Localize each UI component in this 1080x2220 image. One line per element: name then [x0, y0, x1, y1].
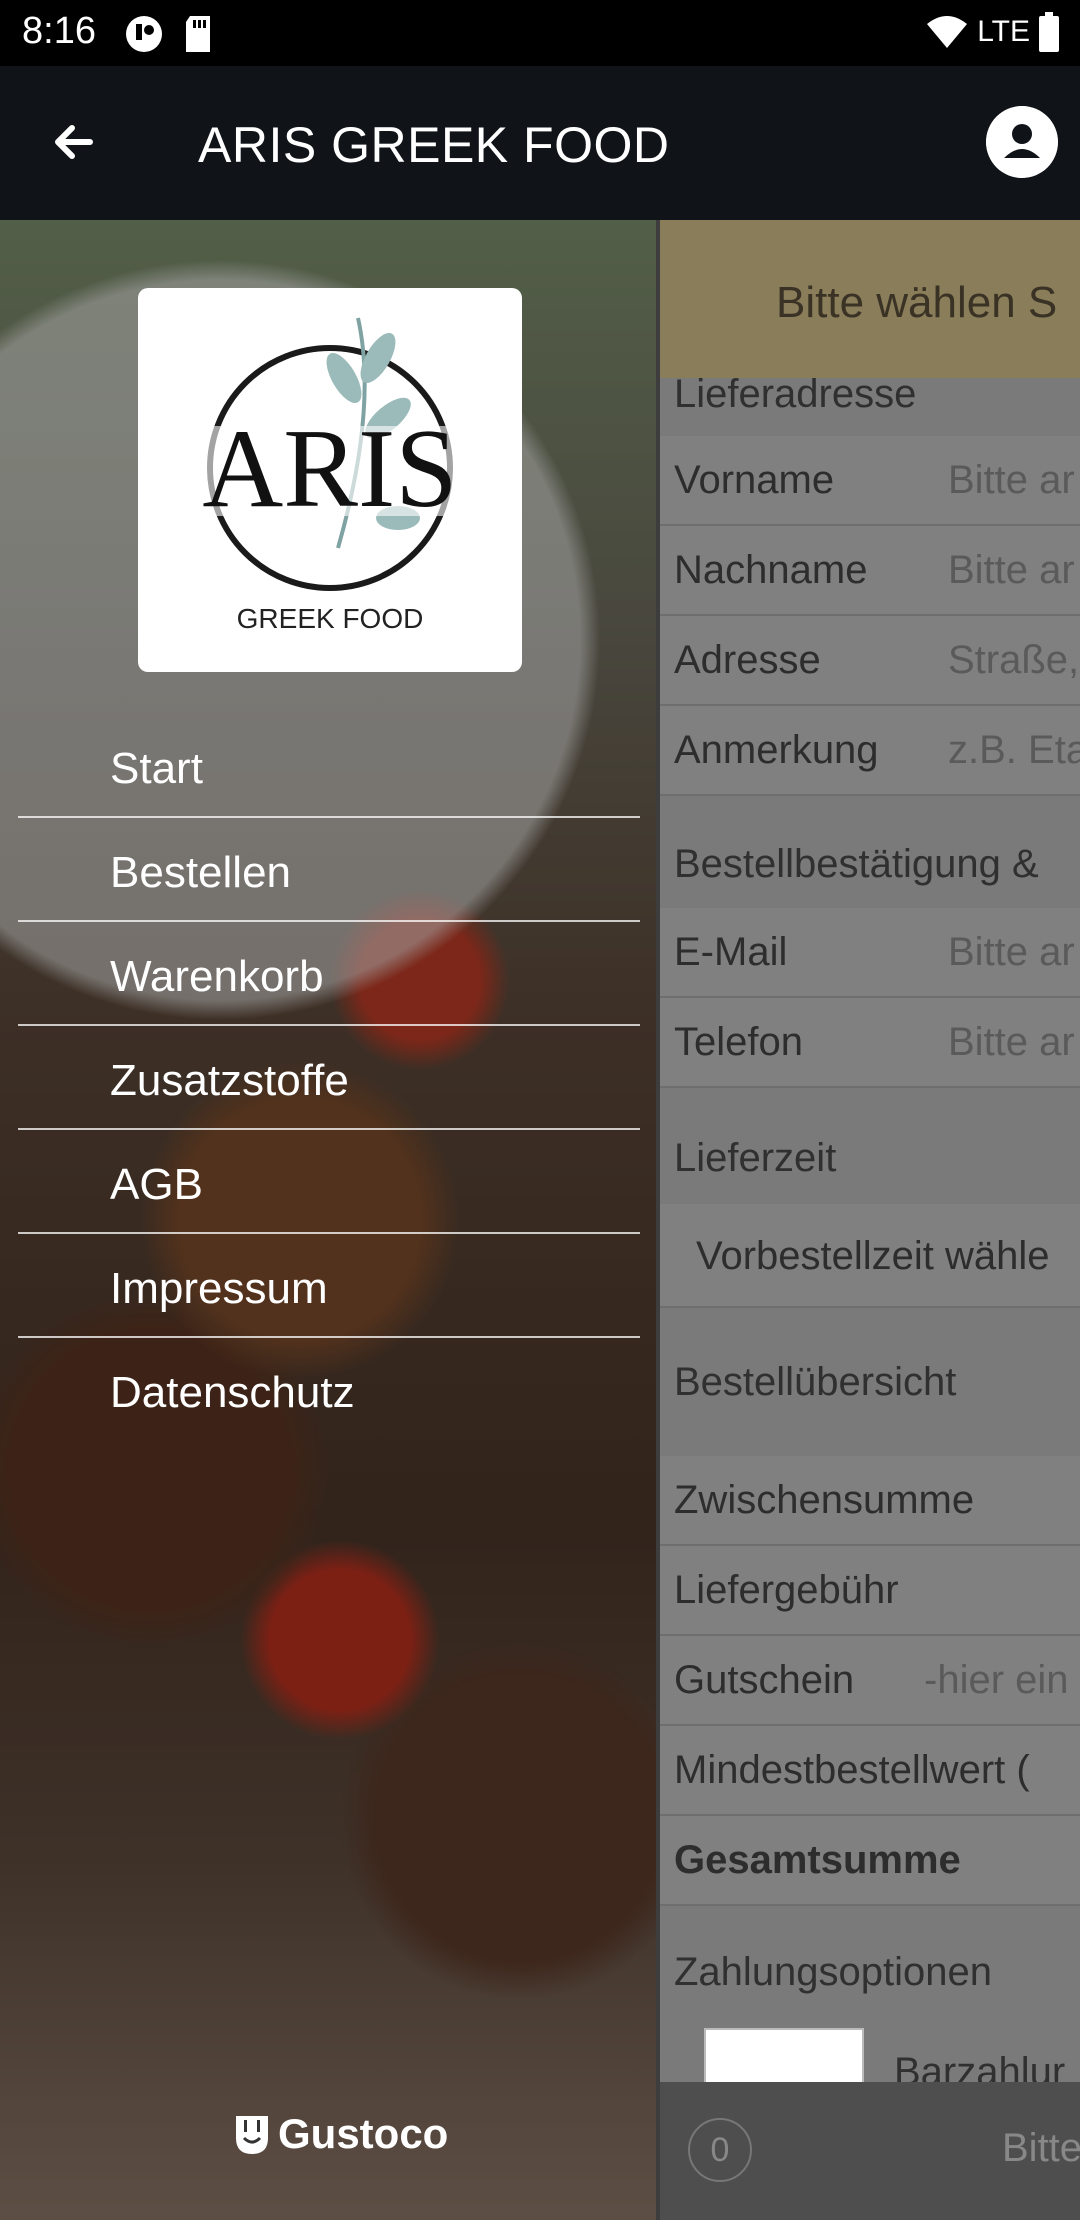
field-placeholder: Bitte ar	[948, 548, 1075, 592]
menu-item-impressum[interactable]: Impressum	[18, 1234, 640, 1338]
navigation-drawer: ARIS GREEK FOOD Start Bestellen Warenkor…	[0, 220, 658, 2220]
logo-subtext: GREEK FOOD	[237, 603, 424, 634]
field-label: Anmerkung	[674, 728, 879, 772]
menu-item-agb[interactable]: AGB	[18, 1130, 640, 1234]
summary-row-gesamtsumme: Gesamtsumme	[658, 1816, 1080, 1906]
menu-item-label: Warenkorb	[110, 952, 324, 1001]
summary-row-liefergebuehr: Liefergebühr	[658, 1546, 1080, 1636]
section-heading-zahlung: Zahlungsoptionen	[674, 1950, 993, 1994]
summary-row-zwischensumme: Zwischensumme	[658, 1456, 1080, 1546]
menu-item-label: AGB	[110, 1160, 203, 1209]
menu-item-bestellen[interactable]: Bestellen	[18, 818, 640, 922]
app-title: ARIS GREEK FOOD	[198, 117, 670, 173]
sd-card-icon	[186, 16, 210, 52]
menu-item-warenkorb[interactable]: Warenkorb	[18, 922, 640, 1026]
order-bottom-bar[interactable]: 0 Bitte	[658, 2082, 1080, 2220]
field-placeholder: Bitte ar	[948, 930, 1075, 974]
status-bar: 8:16 LTE	[0, 0, 1080, 66]
menu-item-start[interactable]: Start	[18, 714, 640, 818]
status-time: 8:16	[22, 10, 96, 52]
gustoco-label: Gustoco	[278, 2110, 449, 2157]
summary-label: Mindestbestellwert (	[674, 1748, 1030, 1792]
menu-item-zusatzstoffe[interactable]: Zusatzstoffe	[18, 1026, 640, 1130]
wifi-icon	[927, 16, 968, 48]
menu-item-datenschutz[interactable]: Datenschutz	[18, 1338, 640, 1442]
field-row-email[interactable]: E-Mail Bitte ar	[658, 908, 1080, 998]
section-heading-kontakt: Bestellbestätigung &	[674, 842, 1039, 886]
logo-text: ARIS	[202, 407, 457, 531]
drawer-edge	[656, 220, 660, 2220]
field-row-vorname[interactable]: Vorname Bitte ar	[658, 436, 1080, 526]
field-placeholder: z.B. Eta	[948, 728, 1080, 772]
summary-label: Gutschein	[674, 1658, 855, 1702]
battery-icon	[1039, 12, 1059, 52]
aris-logo-icon: ARIS GREEK FOOD	[178, 317, 482, 634]
gustoco-logo-icon	[236, 2116, 268, 2154]
checkout-form: Bitte wählen S Lieferadresse Vorname Bit…	[658, 220, 1080, 2220]
field-label: Vorname	[674, 458, 835, 502]
field-placeholder: Straße,	[948, 638, 1080, 682]
summary-label: Liefergebühr	[674, 1568, 899, 1612]
app-bar: ARIS GREEK FOOD	[0, 66, 1080, 220]
section-heading-uebersicht: Bestellübersicht	[674, 1360, 957, 1404]
field-row-adresse[interactable]: Adresse Straße,	[658, 616, 1080, 706]
network-type: LTE	[977, 15, 1030, 48]
gustoco-brand: Gustoco	[232, 2110, 448, 2158]
field-row-nachname[interactable]: Nachname Bitte ar	[658, 526, 1080, 616]
field-placeholder: Bitte ar	[948, 458, 1075, 502]
status-right-icons: LTE	[925, 12, 1060, 52]
select-value: Vorbestellzeit wähle	[696, 1234, 1050, 1278]
field-label: Telefon	[674, 1020, 803, 1064]
drawer-menu: Start Bestellen Warenkorb Zusatzstoffe A…	[18, 714, 640, 1442]
menu-item-label: Zusatzstoffe	[110, 1056, 349, 1105]
field-label: Nachname	[674, 548, 868, 592]
field-label: Adresse	[674, 638, 821, 682]
menu-item-label: Bestellen	[110, 848, 292, 897]
lieferzeit-select[interactable]: Vorbestellzeit wähle	[658, 1204, 1080, 1308]
voucher-placeholder: -hier ein	[924, 1658, 1069, 1702]
status-notification-icons	[124, 14, 214, 54]
banner-text: Bitte wählen S	[776, 278, 1058, 327]
menu-item-label: Start	[110, 744, 203, 793]
account-icon[interactable]	[986, 106, 1058, 178]
section-heading-lieferadresse: Lieferadresse	[674, 372, 917, 416]
menu-item-label: Impressum	[110, 1264, 328, 1313]
summary-row-gutschein[interactable]: Gutschein -hier ein	[658, 1636, 1080, 1726]
field-label: E-Mail	[674, 930, 788, 974]
section-heading-lieferzeit: Lieferzeit	[674, 1136, 837, 1180]
bottom-bar-text: Bitte	[1002, 2126, 1080, 2170]
menu-item-label: Datenschutz	[110, 1368, 355, 1417]
selection-banner: Bitte wählen S	[658, 220, 1080, 378]
back-arrow-icon[interactable]	[44, 112, 104, 172]
cart-count-badge: 0	[688, 2118, 752, 2182]
restaurant-logo: ARIS GREEK FOOD	[138, 288, 522, 672]
summary-row-mindestbestellwert: Mindestbestellwert (	[658, 1726, 1080, 1816]
notification-app-icon	[126, 16, 162, 52]
summary-label: Zwischensumme	[674, 1478, 975, 1522]
field-placeholder: Bitte ar	[948, 1020, 1075, 1064]
field-row-anmerkung[interactable]: Anmerkung z.B. Eta	[658, 706, 1080, 796]
field-row-telefon[interactable]: Telefon Bitte ar	[658, 998, 1080, 1088]
summary-label: Gesamtsumme	[674, 1838, 961, 1882]
